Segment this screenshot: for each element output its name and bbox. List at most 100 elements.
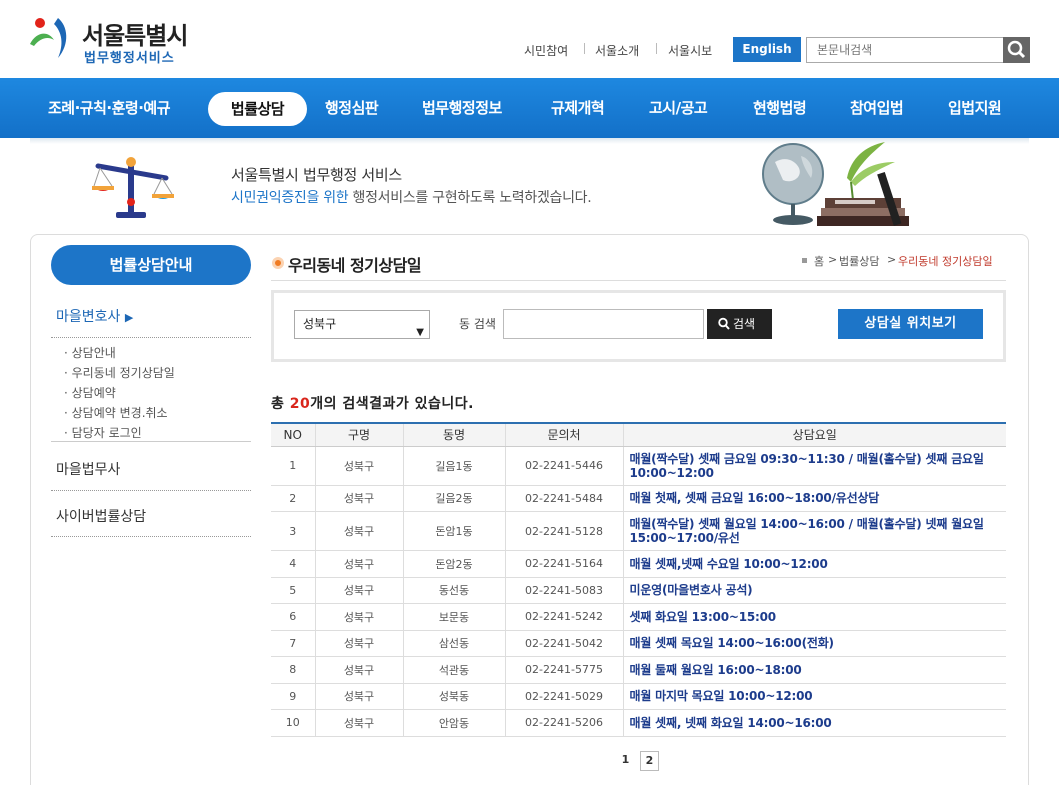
- table-body: 1 성북구 길음1동 02-2241-5446 매월(짝수달) 셋째 금요일 09:30…: [271, 446, 1006, 737]
- cell-no: 6: [271, 603, 315, 631]
- title-bullet-icon: [272, 257, 284, 269]
- cell-dong: 보문동: [402, 603, 505, 631]
- util-link-participation[interactable]: 시민참여: [524, 42, 568, 58]
- nav-item-current-laws[interactable]: 현행법령: [753, 78, 807, 138]
- table-row: 2 성북구 길음2동 02-2241-5484 매월 첫째, 셋째 금요일 16:00~…: [271, 485, 1006, 512]
- sidebar-divider: [51, 536, 251, 537]
- search-button[interactable]: 검색: [707, 309, 772, 339]
- justice-scale-icon: [92, 157, 174, 218]
- table-row: 3 성북구 돈암1동 02-2241-5128 매월(짝수달) 셋째 월요일 14:00…: [271, 511, 1006, 551]
- cell-gu: 성북구: [314, 550, 403, 578]
- cell-phone: 02-2241-5484: [504, 485, 623, 512]
- cell-dong: 돈암2동: [402, 550, 505, 578]
- cell-no: 1: [271, 446, 315, 486]
- col-header-gu: 구명: [314, 422, 403, 447]
- page-1[interactable]: 1: [616, 751, 635, 771]
- col-header-dong: 동명: [402, 422, 505, 447]
- breadcrumb-legal-consult[interactable]: 법률상담: [839, 253, 879, 269]
- nav-item-notices[interactable]: 고시/공고: [649, 78, 708, 138]
- page-2[interactable]: 2: [640, 751, 659, 771]
- district-select-value: 성북구: [303, 317, 337, 331]
- cell-schedule: 미운영(마을변호사 공석): [622, 577, 1006, 604]
- col-header-phone: 문의처: [504, 422, 623, 447]
- cell-schedule: 매월(짝수달) 셋째 금요일 09:30~11:30 / 매월(홀수달) 셋째 …: [622, 446, 1006, 486]
- cell-no: 5: [271, 577, 315, 604]
- sidebar-sub-staff-login[interactable]: · 담당자 로그인: [64, 424, 142, 441]
- cell-dong: 석관동: [402, 656, 505, 684]
- cell-dong: 길음1동: [402, 446, 505, 486]
- chevron-right-icon: >: [828, 253, 838, 266]
- page: 서울특별시 법무행정서비스 시민참여 서울소개 서울시보 English 본문내…: [0, 0, 1059, 785]
- cell-gu: 성북구: [314, 603, 403, 631]
- nav-item-legislation-support[interactable]: 입법지원: [948, 78, 1002, 138]
- sidebar-title: 법률상담안내: [51, 245, 251, 285]
- cell-no: 7: [271, 630, 315, 657]
- cell-phone: 02-2241-5206: [504, 709, 623, 737]
- cell-phone: 02-2241-5446: [504, 446, 623, 486]
- nav-item-legal-info[interactable]: 법무행정정보: [422, 78, 502, 138]
- nav-item-ordinances[interactable]: 조례·규칙·훈령·예규: [48, 78, 171, 138]
- result-summary: 총 20개의 검색결과가 있습니다.: [271, 393, 474, 413]
- col-header-schedule: 상담요일: [622, 422, 1006, 447]
- site-search-button[interactable]: [1003, 37, 1030, 63]
- cell-gu: 성북구: [314, 630, 403, 657]
- nav-item-admin-appeal[interactable]: 행정심판: [325, 78, 379, 138]
- cell-phone: 02-2241-5242: [504, 603, 623, 631]
- table-row: 6 성북구 보문동 02-2241-5242 셋째 화요일 13:00~15:00: [271, 603, 1006, 631]
- sidebar-item-cyber-consult[interactable]: 사이버법률상담: [56, 506, 146, 526]
- table-row: 10 성북구 안암동 02-2241-5206 매월 셋째, 넷째 화요일 14:00~…: [271, 709, 1006, 737]
- cell-gu: 성북구: [314, 656, 403, 684]
- result-suffix: 개의 검색결과가 있습니다.: [310, 396, 474, 412]
- chevron-right-icon: >: [887, 253, 897, 266]
- view-location-button[interactable]: 상담실 위치보기: [838, 309, 983, 339]
- cell-gu: 성북구: [314, 709, 403, 737]
- globe-books-illustration: [762, 142, 909, 226]
- logo-title: 서울특별시: [82, 22, 188, 50]
- nav-item-legal-consult[interactable]: 법률상담: [208, 92, 307, 126]
- sidebar-sub-reservation-change[interactable]: · 상담예약 변경.취소: [64, 404, 168, 421]
- cell-schedule: 매월 셋째, 넷째 화요일 14:00~16:00: [622, 709, 1006, 737]
- cell-schedule: 매월 마지막 목요일 10:00~12:00: [622, 683, 1006, 710]
- banner-tagline: 시민권익증진을 위한 행정서비스를 구현하도록 노력하겠습니다.: [231, 187, 592, 207]
- caret-right-icon: ▶: [124, 311, 134, 324]
- cell-gu: 성북구: [314, 446, 403, 486]
- search-button-label: 검색: [733, 317, 756, 331]
- table-row: 4 성북구 돈암2동 02-2241-5164 매월 셋째,넷째 수요일 10:00~1…: [271, 550, 1006, 578]
- result-prefix: 총: [271, 396, 290, 412]
- search-icon: [1007, 40, 1026, 59]
- nav-item-participation[interactable]: 참여입법: [850, 78, 904, 138]
- cell-dong: 삼선동: [402, 630, 505, 657]
- cell-schedule: 매월 셋째 목요일 14:00~16:00(전화): [622, 630, 1006, 657]
- dong-search-input[interactable]: [503, 309, 704, 339]
- breadcrumb-current: 우리동네 정기상담일: [898, 255, 993, 268]
- breadcrumb-home[interactable]: 홈: [814, 253, 824, 269]
- cell-gu: 성북구: [314, 485, 403, 512]
- nav-item-regulation-reform[interactable]: 규제개혁: [551, 78, 605, 138]
- table-row: 9 성북구 성북동 02-2241-5029 매월 마지막 목요일 10:00~12:0…: [271, 683, 1006, 710]
- english-button[interactable]: English: [733, 37, 801, 62]
- search-icon: [718, 317, 730, 330]
- cell-dong: 길음2동: [402, 485, 505, 512]
- cell-schedule: 매월(짝수달) 셋째 월요일 14:00~16:00 / 매월(홀수달) 넷째 …: [622, 511, 1006, 551]
- sidebar-item-village-lawyer[interactable]: 마을변호사 ▶: [56, 306, 133, 326]
- district-select[interactable]: 성북구 ▼: [294, 310, 430, 339]
- sidebar-divider: [51, 441, 251, 442]
- dong-search-label: 동 검색: [459, 317, 496, 331]
- util-divider: [656, 43, 657, 54]
- sidebar-sub-consult-guide[interactable]: · 상담안내: [64, 344, 116, 361]
- table-row: 7 성북구 삼선동 02-2241-5042 매월 셋째 목요일 14:00~16:00…: [271, 630, 1006, 657]
- page-title: 우리동네 정기상담일: [288, 256, 422, 275]
- sidebar-sub-reservation[interactable]: · 상담예약: [64, 384, 116, 401]
- util-link-about[interactable]: 서울소개: [595, 42, 639, 58]
- sidebar-sub-label: 담당자 로그인: [71, 426, 142, 440]
- cell-dong: 성북동: [402, 683, 505, 710]
- cell-gu: 성북구: [314, 577, 403, 604]
- util-link-gazette[interactable]: 서울시보: [668, 42, 712, 58]
- cell-no: 4: [271, 550, 315, 578]
- seoul-logo-icon: [30, 18, 67, 58]
- site-logo[interactable]: 서울특별시 법무행정서비스: [28, 14, 208, 66]
- sidebar-sub-regular-day[interactable]: · 우리동네 정기상담일: [64, 364, 175, 381]
- sidebar-item-village-scrivener[interactable]: 마을법무사: [56, 459, 120, 479]
- site-search-input[interactable]: 본문내검색: [806, 37, 1004, 63]
- consult-table: NO 구명 동명 문의처 상담요일 1 성북구 길음1동 02-2241-5446 매월…: [271, 422, 1006, 737]
